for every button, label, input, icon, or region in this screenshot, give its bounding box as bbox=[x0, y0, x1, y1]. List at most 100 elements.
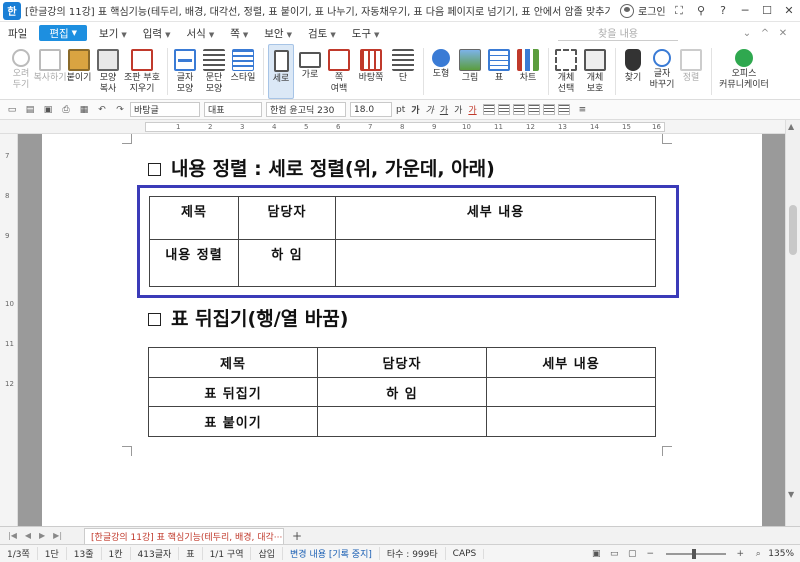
tab-document[interactable]: [한글강의 11강] 표 핵심기능(테두리, 배경, 대각··· bbox=[84, 527, 285, 544]
table-vertical-align[interactable]: 제목 담당자 세부 내용 내용 정렬 하 임 bbox=[149, 196, 656, 287]
maximize-button[interactable]: ☐ bbox=[756, 4, 778, 18]
office-communicator-button[interactable]: 오피스 커뮤니케이터 bbox=[716, 44, 772, 99]
preview-icon[interactable]: ▦ bbox=[76, 103, 92, 117]
table-cell[interactable] bbox=[317, 406, 487, 437]
pin-icon[interactable]: ⚲ bbox=[690, 4, 712, 18]
login-button[interactable]: 로그인 bbox=[620, 3, 666, 18]
menu-page[interactable]: 쪽 ▼ bbox=[222, 26, 256, 41]
table-cell[interactable]: 제목 bbox=[148, 347, 318, 378]
columns-button[interactable]: 단 bbox=[390, 44, 416, 99]
tab-first-icon[interactable]: |◀ bbox=[8, 531, 17, 540]
print-icon[interactable]: ⎙ bbox=[58, 103, 74, 117]
zoom-slider-knob[interactable] bbox=[692, 548, 697, 559]
table-cell[interactable]: 담당자 bbox=[238, 196, 336, 240]
tab-next-icon[interactable]: ▶ bbox=[39, 531, 45, 540]
tab-prev-icon[interactable]: ◀ bbox=[25, 531, 31, 540]
language-select[interactable]: 대표 bbox=[204, 102, 262, 117]
table-cell[interactable]: 표 뒤집기 bbox=[148, 377, 318, 407]
find-button[interactable]: 찾기 bbox=[620, 44, 646, 99]
ribbon-collapse-icon[interactable]: ^ bbox=[756, 28, 774, 39]
align-distribute-icon[interactable] bbox=[542, 104, 555, 115]
table-cell[interactable]: 담당자 bbox=[317, 347, 487, 378]
menu-view[interactable]: 보기 ▼ bbox=[91, 26, 135, 41]
zoom-icon[interactable]: ⌕ bbox=[750, 547, 766, 561]
cut-button[interactable]: 오려 두기 bbox=[8, 44, 34, 99]
tab-last-icon[interactable]: ▶| bbox=[53, 531, 62, 540]
landscape-button[interactable]: 가로 bbox=[297, 44, 323, 99]
menu-edit[interactable]: 편집 ▼ bbox=[39, 25, 88, 41]
format-painter-button[interactable]: 모양 복사 bbox=[95, 44, 121, 99]
ribbon-options-icon[interactable]: ⌄ bbox=[738, 28, 756, 39]
menu-security[interactable]: 보안 ▼ bbox=[256, 26, 300, 41]
sort-button[interactable]: 정렬 bbox=[678, 44, 704, 99]
font-size-input[interactable]: 18.0 bbox=[350, 102, 392, 117]
find-input[interactable]: 찾을 내용 bbox=[558, 25, 678, 41]
chart-button[interactable]: 차트 bbox=[515, 44, 541, 99]
align-divide-icon[interactable] bbox=[557, 104, 570, 115]
fullscreen-icon[interactable]: ⛶ bbox=[668, 4, 690, 18]
save-icon[interactable]: ▣ bbox=[40, 103, 56, 117]
font-color-button[interactable]: 가 bbox=[468, 103, 476, 116]
doc-close-icon[interactable]: ✕ bbox=[774, 28, 792, 39]
minimize-button[interactable]: ─ bbox=[734, 4, 756, 18]
picture-button[interactable]: 그림 bbox=[457, 44, 483, 99]
hwp-app-icon[interactable]: 한 bbox=[3, 1, 21, 20]
align-left-icon[interactable] bbox=[497, 104, 510, 115]
style-button[interactable]: 스타일 bbox=[230, 44, 256, 99]
object-select-button[interactable]: 개체 선택 bbox=[553, 44, 579, 99]
portrait-button[interactable]: 세로 bbox=[268, 44, 294, 99]
char-shape-button[interactable]: 글자 모양 bbox=[172, 44, 198, 99]
close-button[interactable]: ✕ bbox=[778, 4, 800, 18]
vertical-ruler[interactable]: 7 8 9 10 11 12 bbox=[0, 134, 18, 526]
scroll-up-icon[interactable]: ▲ bbox=[788, 122, 794, 131]
table-cell[interactable]: 제목 bbox=[149, 196, 239, 240]
table-transpose[interactable]: 제목 담당자 세부 내용 표 뒤집기 하 임 표 붙이기 bbox=[148, 347, 656, 437]
scrollbar-thumb[interactable] bbox=[789, 205, 797, 255]
table-cell[interactable]: 내용 정렬 bbox=[149, 239, 239, 287]
new-doc-icon[interactable]: ▭ bbox=[4, 103, 20, 117]
table-cell[interactable]: 표 붙이기 bbox=[148, 406, 318, 437]
table-cell[interactable]: 세부 내용 bbox=[335, 196, 656, 240]
menu-tools[interactable]: 도구 ▼ bbox=[344, 26, 388, 41]
align-right-icon[interactable] bbox=[527, 104, 540, 115]
vertical-scrollbar[interactable]: ▲ ▼ bbox=[785, 120, 800, 526]
strike-button[interactable]: 가 bbox=[454, 103, 462, 116]
table-button[interactable]: 표 bbox=[486, 44, 512, 99]
zoom-level[interactable]: 135% bbox=[768, 549, 794, 559]
redo-icon[interactable]: ↷ bbox=[112, 103, 128, 117]
undo-icon[interactable]: ↶ bbox=[94, 103, 110, 117]
paste-button[interactable]: 붙이기 bbox=[66, 44, 92, 99]
view-normal-icon[interactable]: ▣ bbox=[588, 547, 604, 561]
table-cell[interactable] bbox=[335, 239, 656, 287]
status-track-changes[interactable]: 변경 내용 [기록 중지] bbox=[283, 547, 380, 560]
font-select[interactable]: 한컴 윤고딕 230 bbox=[266, 102, 346, 117]
clear-format-button[interactable]: 조판 부호 지우기 bbox=[124, 44, 160, 99]
table-cell[interactable] bbox=[486, 406, 656, 437]
style-select[interactable]: 바탕글 bbox=[130, 102, 200, 117]
menu-file[interactable]: 파일 bbox=[0, 26, 35, 41]
copy-button[interactable]: 복사하기 bbox=[33, 44, 67, 99]
align-justify-icon[interactable] bbox=[482, 104, 495, 115]
master-page-button[interactable]: 바탕쪽 bbox=[355, 44, 387, 99]
menu-format[interactable]: 서식 ▼ bbox=[178, 26, 222, 41]
shape-button[interactable]: 도형 bbox=[428, 44, 454, 99]
zoom-slider[interactable] bbox=[666, 548, 727, 559]
paragraph-shape-button[interactable]: 문단 모양 bbox=[201, 44, 227, 99]
italic-button[interactable]: 가 bbox=[426, 103, 434, 116]
table-cell[interactable] bbox=[486, 377, 656, 407]
table-cell[interactable]: 하 임 bbox=[317, 377, 487, 407]
status-insert-mode[interactable]: 삽입 bbox=[251, 547, 284, 560]
horizontal-ruler[interactable]: 1 2 3 4 5 6 7 8 9 10 11 12 13 14 15 16 bbox=[0, 120, 800, 134]
replace-button[interactable]: 글자 바꾸기 bbox=[649, 44, 675, 99]
open-folder-icon[interactable]: ▤ bbox=[22, 103, 38, 117]
bold-button[interactable]: 가 bbox=[411, 103, 419, 116]
align-center-icon[interactable] bbox=[512, 104, 525, 115]
help-icon[interactable]: ? bbox=[712, 4, 734, 18]
scroll-down-icon[interactable]: ▼ bbox=[788, 490, 794, 499]
object-protect-button[interactable]: 개체 보호 bbox=[582, 44, 608, 99]
menu-insert[interactable]: 입력 ▼ bbox=[135, 26, 179, 41]
document-page[interactable]: 내용 정렬 : 세로 정렬(위, 가운데, 아래) 제목 담당자 세부 내용 내… bbox=[42, 134, 762, 526]
table-cell[interactable]: 세부 내용 bbox=[486, 347, 656, 378]
menu-review[interactable]: 검토 ▼ bbox=[300, 26, 344, 41]
status-page[interactable]: 1/3쪽 bbox=[0, 547, 38, 560]
